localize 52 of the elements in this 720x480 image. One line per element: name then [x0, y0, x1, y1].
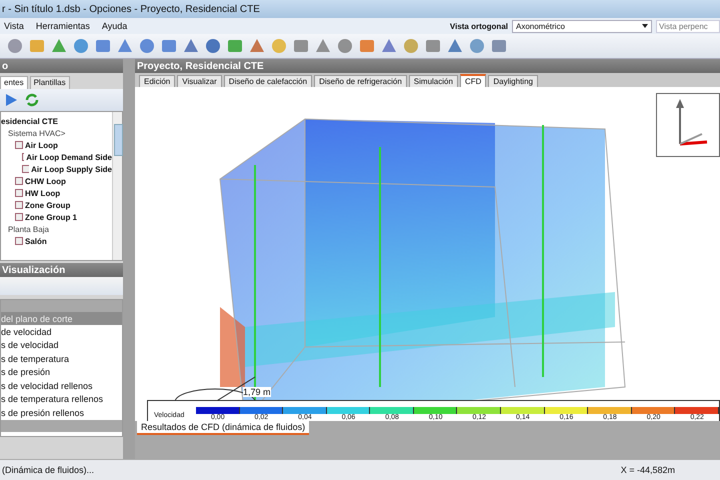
list-item[interactable]: s de velocidad — [1, 338, 122, 352]
list-item[interactable]: s de presión rellenos — [1, 406, 122, 420]
list-item[interactable]: s de temperatura — [1, 352, 122, 366]
status-text: (Dinámica de fluidos)... — [2, 465, 94, 475]
section-title: Visualización — [2, 264, 66, 276]
dimension-label: 1,79 m — [243, 387, 271, 397]
node-icon — [15, 177, 23, 185]
node-icon — [15, 141, 23, 149]
view-tab[interactable]: Daylighting — [488, 75, 538, 87]
view-tab[interactable]: Diseño de calefacción — [224, 75, 312, 87]
view-label: Vista ortogonal — [450, 22, 508, 30]
menu-item[interactable]: Herramientas — [36, 21, 90, 31]
view-tab[interactable]: Edición — [139, 75, 176, 87]
node-icon — [15, 213, 23, 221]
node-icon — [15, 237, 23, 245]
view-tab[interactable]: CFD — [460, 74, 486, 87]
play-icon[interactable] — [4, 93, 18, 107]
tree-item[interactable]: Air Loop Supply Side — [31, 164, 112, 174]
tree-item[interactable]: HW Loop — [25, 188, 60, 198]
window-title: r - Sin título 1.dsb - Opciones - Proyecto, Residencial CTE — [2, 4, 260, 14]
view-tab[interactable]: Diseño de refrigeración — [314, 75, 407, 87]
menu-item[interactable]: Ayuda — [102, 21, 128, 31]
tree-item[interactable]: Sistema HVAC> — [8, 128, 66, 138]
tree-item[interactable]: Air Loop Demand Side — [26, 152, 112, 162]
node-icon — [15, 189, 23, 197]
tree-item[interactable]: CHW Loop — [25, 176, 66, 186]
tree-item[interactable]: Planta Baja — [8, 224, 49, 234]
panel-title: o — [2, 60, 8, 72]
list-item[interactable]: s de temperatura rellenos — [1, 392, 122, 406]
list-item[interactable]: s de presión — [1, 366, 122, 379]
tree-item[interactable]: Air Loop — [25, 140, 58, 150]
coordinate-readout: X = -44,582m — [620, 465, 675, 475]
tree-item[interactable]: Salón — [25, 236, 47, 246]
view-tab[interactable]: Visualizar — [177, 75, 222, 87]
menu-item[interactable]: Vista — [4, 21, 24, 31]
list-item[interactable]: s de velocidad rellenos — [1, 379, 122, 392]
panel-tab[interactable]: Plantillas — [30, 76, 70, 89]
tree-item[interactable]: esidencial CTE — [1, 116, 58, 126]
tree-item[interactable]: Zone Group 1 — [25, 212, 77, 222]
project-title: Proyecto, Residencial CTE — [137, 60, 264, 72]
view-tab[interactable]: Simulación — [408, 75, 458, 87]
tree-item[interactable]: Zone Group — [25, 200, 70, 210]
list-item[interactable]: de velocidad — [1, 325, 122, 338]
results-tab[interactable]: Resultados de CFD (dinámica de fluidos) — [137, 421, 310, 435]
panel-tab[interactable]: entes — [0, 76, 28, 89]
node-icon — [22, 165, 30, 173]
view-dropdown[interactable]: Axonométrico — [512, 20, 652, 32]
view-field[interactable]: Vista perpenc — [656, 20, 720, 32]
node-icon — [22, 153, 24, 161]
scrollbar[interactable] — [112, 112, 122, 260]
node-icon — [15, 201, 23, 209]
caret-icon — [642, 24, 648, 28]
